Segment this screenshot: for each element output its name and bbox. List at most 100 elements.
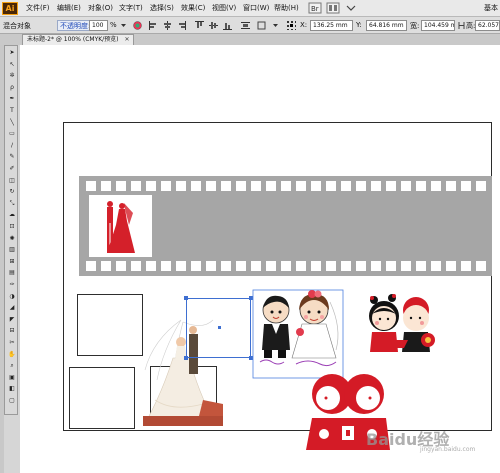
- align-bottom-icon[interactable]: [222, 20, 233, 31]
- transform-options-icon[interactable]: [270, 20, 281, 31]
- menu-help[interactable]: 帮助(H): [274, 3, 299, 13]
- slice-tool-icon[interactable]: ✂: [7, 339, 17, 347]
- opacity-input[interactable]: 100: [89, 20, 108, 31]
- document-tab[interactable]: 未标题-2* @ 100% (CMYK/预览) ✕: [22, 34, 135, 45]
- distribute-icon[interactable]: [240, 20, 251, 31]
- cartoon-couple-illustration[interactable]: [252, 288, 346, 380]
- scale-tool-icon[interactable]: ⤡: [7, 200, 17, 208]
- paintbrush-tool-icon[interactable]: ∕: [7, 142, 17, 150]
- blob-brush-tool-icon[interactable]: ✐: [7, 165, 17, 173]
- film-sprocket-hole: [176, 181, 186, 191]
- zoom-tool-icon[interactable]: ⌕: [7, 362, 17, 370]
- menu-edit[interactable]: 编辑(E): [57, 3, 81, 13]
- fill-stroke-swatch-icon[interactable]: ▣: [7, 374, 17, 382]
- film-sprocket-hole: [446, 181, 456, 191]
- reference-point-icon[interactable]: [286, 20, 297, 31]
- opacity-dropdown-icon[interactable]: [118, 20, 129, 31]
- rotate-tool-icon[interactable]: ↻: [7, 188, 17, 196]
- film-sprocket-hole: [431, 181, 441, 191]
- menu-effect[interactable]: 效果(C): [181, 3, 205, 13]
- type-tool-icon[interactable]: T: [7, 107, 17, 115]
- eraser-tool-icon[interactable]: ◫: [7, 177, 17, 185]
- film-sprocket-hole: [341, 181, 351, 191]
- film-sprocket-hole: [341, 261, 351, 271]
- selection-tool-icon[interactable]: ➤: [7, 49, 17, 57]
- film-strip-photo[interactable]: [89, 195, 152, 257]
- warp-tool-icon[interactable]: ☁: [7, 211, 17, 219]
- mesh-tool-icon[interactable]: ⊞: [7, 258, 17, 266]
- symbol-sprayer-tool-icon[interactable]: ✺: [7, 235, 17, 243]
- menu-select[interactable]: 选择(S): [150, 3, 174, 13]
- bridge-icon[interactable]: Br: [308, 2, 322, 14]
- gradient-tool-icon[interactable]: ▤: [7, 269, 17, 277]
- workspace-switcher[interactable]: 基本: [484, 3, 498, 13]
- eyedropper-tool-icon[interactable]: ✑: [7, 281, 17, 289]
- opacity-label[interactable]: 不透明度:: [57, 20, 94, 31]
- align-top-icon[interactable]: [194, 20, 205, 31]
- film-sprocket-hole: [206, 261, 216, 271]
- film-sprocket-hole: [386, 181, 396, 191]
- app-logo: Ai: [2, 2, 18, 15]
- lasso-tool-icon[interactable]: ρ: [7, 84, 17, 92]
- menu-file[interactable]: 文件(F): [26, 3, 50, 13]
- color-mode-icon[interactable]: ◧: [7, 385, 17, 393]
- chinese-couple-cartoon[interactable]: [362, 290, 444, 358]
- align-center-icon[interactable]: [162, 20, 173, 31]
- y-position-input[interactable]: 64.816 mm: [366, 20, 407, 31]
- close-icon[interactable]: ✕: [124, 36, 129, 43]
- film-sprocket-hole: [191, 261, 201, 271]
- bride-groom-silhouette-icon: [107, 201, 135, 253]
- film-sprocket-hole: [131, 261, 141, 271]
- screen-mode-icon[interactable]: ▢: [7, 397, 17, 405]
- menu-window[interactable]: 窗口(W): [243, 3, 269, 13]
- film-sprocket-hole: [266, 181, 276, 191]
- selection-handle[interactable]: [184, 356, 188, 360]
- menu-type[interactable]: 文字(T): [119, 3, 143, 13]
- hand-tool-icon[interactable]: ✋: [7, 351, 17, 359]
- pen-tool-icon[interactable]: ✒: [7, 95, 17, 103]
- film-sprocket-hole: [236, 261, 246, 271]
- align-left-icon[interactable]: [148, 20, 159, 31]
- empty-photo-frame[interactable]: [77, 294, 143, 356]
- menu-object[interactable]: 对象(O): [88, 3, 113, 13]
- film-sprocket-hole: [161, 261, 171, 271]
- film-sprocket-hole: [206, 181, 216, 191]
- film-sprocket-hole: [176, 261, 186, 271]
- artboard-tool-icon[interactable]: ⊟: [7, 327, 17, 335]
- film-sprocket-hole: [296, 181, 306, 191]
- film-sprocket-hole: [296, 261, 306, 271]
- view-options-icon[interactable]: [344, 2, 358, 14]
- align-middle-icon[interactable]: [208, 20, 219, 31]
- align-right-icon[interactable]: [176, 20, 187, 31]
- width-label: 宽:: [410, 22, 420, 30]
- menu-view[interactable]: 视图(V): [212, 3, 236, 13]
- film-sprocket-hole: [476, 181, 486, 191]
- width-input[interactable]: 104.459 m: [421, 20, 455, 31]
- object-type-label: 混合对象: [3, 22, 31, 30]
- live-paint-bucket-tool-icon[interactable]: ◢: [7, 304, 17, 312]
- direct-selection-tool-icon[interactable]: ↖: [7, 61, 17, 69]
- height-input[interactable]: 62.057 mm: [475, 20, 500, 31]
- empty-photo-frame[interactable]: [69, 367, 135, 429]
- svg-text:Br: Br: [311, 5, 319, 13]
- film-sprocket-hole: [266, 261, 276, 271]
- film-sprocket-hole: [461, 261, 471, 271]
- film-sprocket-hole: [446, 261, 456, 271]
- align-to-icon[interactable]: [256, 20, 267, 31]
- live-paint-selection-tool-icon[interactable]: ◤: [7, 316, 17, 324]
- x-label: X:: [300, 21, 308, 29]
- film-sprocket-hole: [86, 181, 96, 191]
- magic-wand-tool-icon[interactable]: ✲: [7, 72, 17, 80]
- x-position-input[interactable]: 136.25 mm: [310, 20, 353, 31]
- selection-handle[interactable]: [184, 296, 188, 300]
- rectangle-tool-icon[interactable]: ▭: [7, 130, 17, 138]
- blend-tool-icon[interactable]: ◑: [7, 293, 17, 301]
- recolor-artwork-icon[interactable]: [132, 20, 143, 31]
- free-transform-tool-icon[interactable]: ⊡: [7, 223, 17, 231]
- graph-tool-icon[interactable]: ▥: [7, 246, 17, 254]
- pencil-tool-icon[interactable]: ✎: [7, 153, 17, 161]
- line-tool-icon[interactable]: ╲: [7, 119, 17, 127]
- arrange-documents-icon[interactable]: [326, 2, 340, 14]
- film-sprocket-hole: [101, 181, 111, 191]
- film-sprocket-hole: [86, 261, 96, 271]
